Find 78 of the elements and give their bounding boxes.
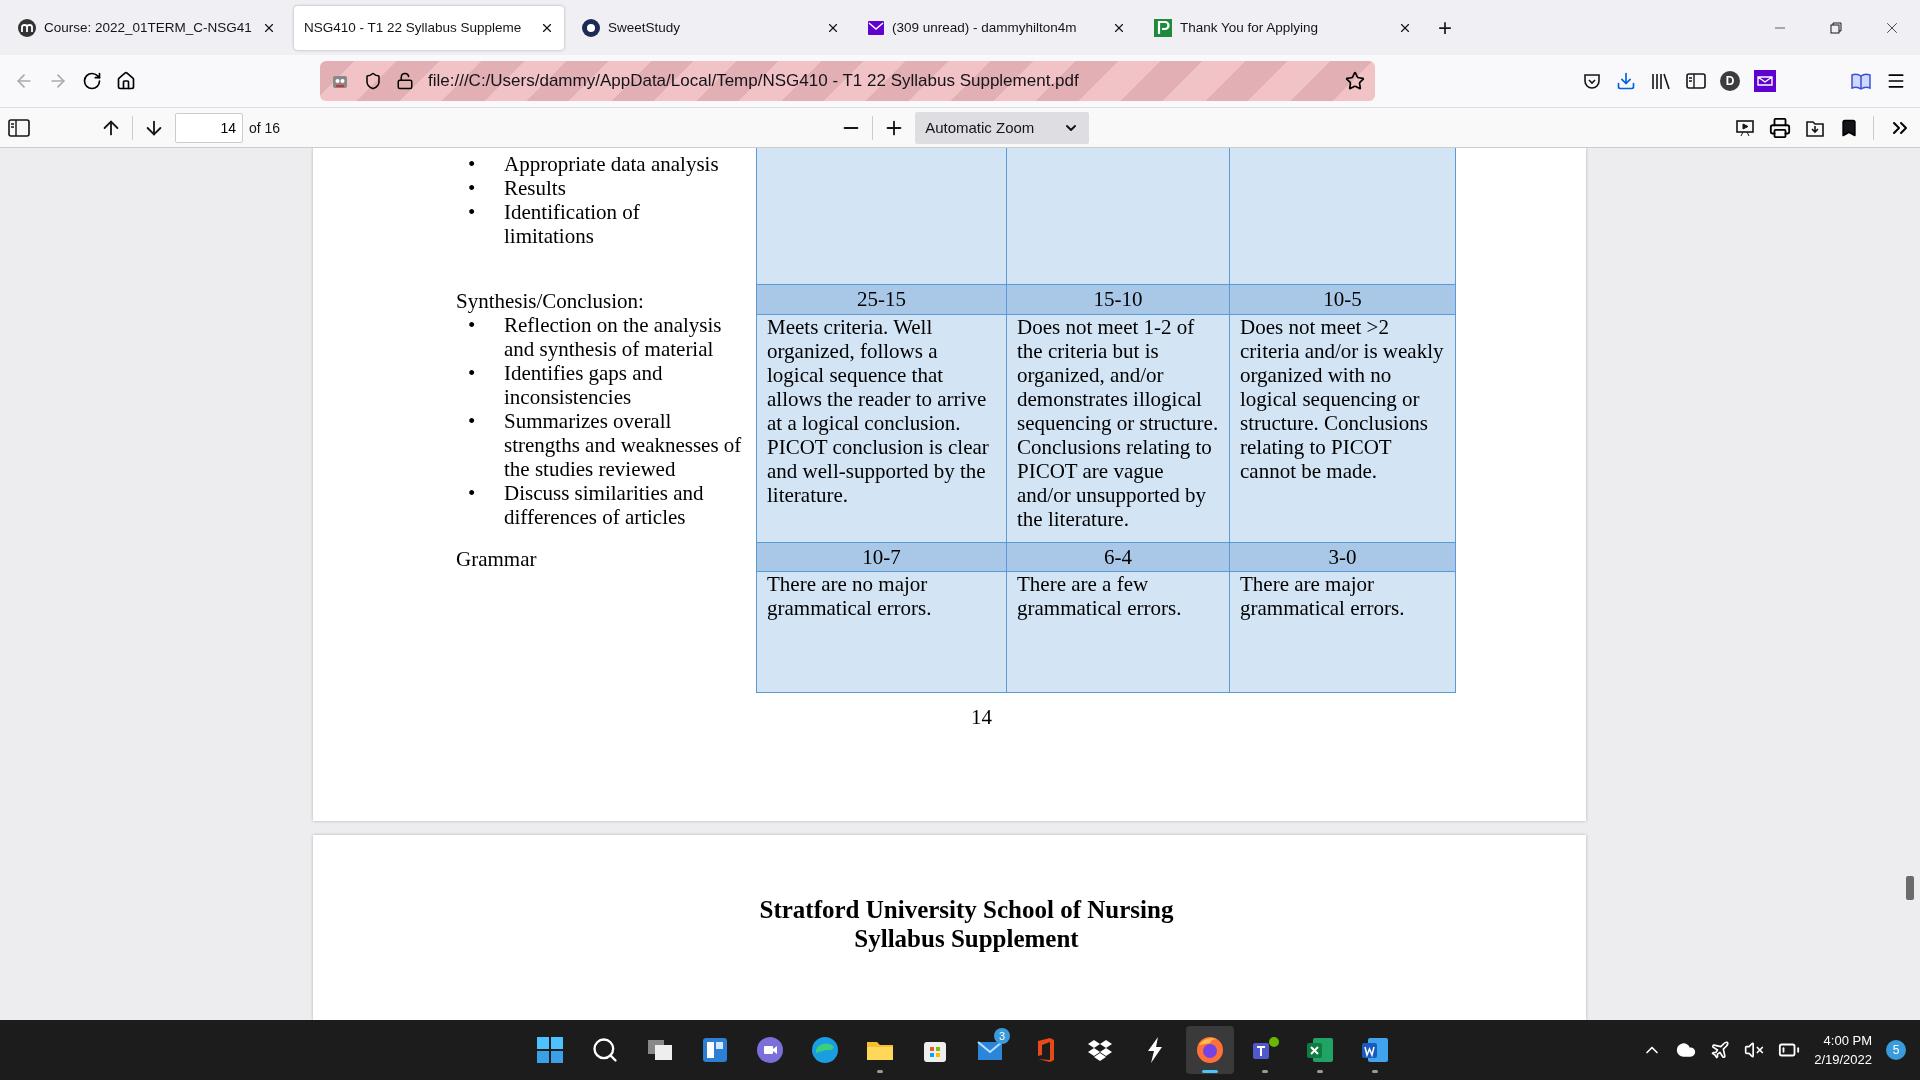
- browser-tab[interactable]: Course: 2022_01TERM_C-NSG41: [8, 5, 286, 50]
- criterion-text: Discuss similarities and differences of articles: [504, 481, 705, 529]
- zoom-select[interactable]: Automatic Zoom: [915, 111, 1090, 144]
- page-number: 14: [971, 705, 992, 729]
- score-range-cell: 10-7: [756, 542, 1007, 572]
- bullet: •: [467, 409, 477, 435]
- p-logo-icon: [1154, 18, 1172, 37]
- score-range-cell: 15-10: [1006, 284, 1230, 315]
- reload-icon[interactable]: [82, 71, 102, 91]
- profile-avatar[interactable]: D: [1720, 71, 1740, 91]
- address-bar[interactable]: file:///C:/Users/dammy/AppData/Local/Temp/NSG410 - T1 22 Syllabus Supplement.pdf: [320, 61, 1375, 101]
- browser-tab[interactable]: NSG410 - T1 22 Syllabus Suppleme: [294, 5, 564, 50]
- presentation-icon[interactable]: [1735, 117, 1755, 138]
- rubric-cell: There are a few grammatical errors.: [1006, 571, 1230, 693]
- menu-icon[interactable]: [1886, 71, 1906, 91]
- browser-tab[interactable]: SweetStudy: [572, 5, 850, 50]
- criterion-text: Identifies gaps and inconsistencies: [504, 361, 664, 409]
- bullet: •: [467, 361, 477, 387]
- browser-tab[interactable]: Thank You for Applying: [1144, 5, 1422, 50]
- download-icon[interactable]: [1616, 71, 1636, 91]
- bookmark-star-icon[interactable]: [1345, 71, 1365, 91]
- scrollbar-thumb[interactable]: [1906, 876, 1914, 900]
- bullet: •: [467, 200, 477, 226]
- criterion-heading: Synthesis/Conclusion:: [456, 289, 644, 313]
- criterion-text: Results: [504, 176, 567, 200]
- clock[interactable]: 4:00 PM 2/19/2022: [1814, 1031, 1872, 1069]
- airplane-icon[interactable]: [1710, 1040, 1731, 1060]
- widgets-icon[interactable]: [700, 1035, 730, 1065]
- ring-logo-icon: [582, 18, 600, 37]
- sidebar-toggle-icon[interactable]: [8, 118, 30, 137]
- unlocked-icon[interactable]: [396, 72, 414, 90]
- criterion-heading: Grammar: [456, 547, 537, 571]
- mail-extension-icon[interactable]: [1754, 70, 1776, 92]
- word-icon[interactable]: [1360, 1035, 1390, 1065]
- start-icon[interactable]: [535, 1035, 565, 1065]
- pocket-icon[interactable]: [1582, 71, 1602, 91]
- cloud-icon[interactable]: [1676, 1040, 1697, 1060]
- envelope-icon: [868, 20, 884, 35]
- rubric-cell: Does not meet >2 criteria and/or is weakly organized with no logical sequencing or structure. Conclusions relating to PICOT cannot be made.: [1229, 314, 1456, 543]
- excel-icon[interactable]: [1305, 1035, 1335, 1065]
- restore-icon[interactable]: [1830, 21, 1842, 34]
- moodle-logo-icon: [18, 18, 36, 37]
- library-icon[interactable]: [1650, 71, 1672, 91]
- score-range-cell: 3-0: [1229, 542, 1456, 572]
- sidebar-icon[interactable]: [1686, 72, 1706, 90]
- rubric-cell: There are no major grammatical errors.: [756, 571, 1007, 693]
- new-tab-button[interactable]: +: [1426, 13, 1464, 42]
- muted-speaker-icon[interactable]: [1744, 1040, 1765, 1060]
- criterion-text: Identification of limitations: [504, 200, 641, 248]
- search-icon[interactable]: [591, 1036, 619, 1064]
- score-range-cell: 10-5: [1229, 284, 1456, 315]
- criterion-text: Reflection on the analysis and synthesis of material: [504, 313, 723, 361]
- page-number-field[interactable]: 14: [175, 112, 243, 143]
- score-range-cell: 6-4: [1006, 542, 1230, 572]
- criterion-text: Summarizes overall strengths and weaknesses of the studies reviewed: [504, 409, 743, 481]
- notification-badge: 3: [994, 1028, 1010, 1044]
- browser-tab[interactable]: (309 unread) - dammyhilton4m: [858, 5, 1136, 50]
- rubric-cell: Meets criteria. Well organized, follows a logical sequence that allows the reader to arrive at a logical conclusion. PICOT conclusion is clear and well-supported by the literature.: [756, 314, 1007, 543]
- bullet: •: [467, 313, 477, 339]
- firefox-icon[interactable]: [1195, 1035, 1225, 1065]
- document-title: Syllabus Supplement: [853, 924, 1079, 953]
- video-chat-icon[interactable]: [755, 1035, 785, 1065]
- url-text: file:///C:/Users/dammy/AppData/Local/Temp/NSG410 - T1 22 Syllabus Supplement.pdf: [428, 71, 1080, 91]
- page-count: of 16: [249, 119, 281, 136]
- bookmark-icon[interactable]: [1839, 117, 1859, 138]
- bullet: •: [467, 152, 477, 176]
- print-icon[interactable]: [1769, 116, 1791, 139]
- rubric-cell: Does not meet 1-2 of the criteria but is organized, and/or demonstrates illogical sequencing or structure. Conclusions relating to PICOT are vague and/or unsupported by the literature.: [1006, 314, 1230, 543]
- criterion-text: Appropriate data analysis: [504, 152, 720, 176]
- score-range-cell: 25-15: [756, 284, 1007, 315]
- bullet: •: [467, 176, 477, 200]
- shield-icon[interactable]: [364, 72, 382, 90]
- reader-book-icon[interactable]: [1850, 71, 1872, 91]
- edge-browser-icon[interactable]: [810, 1035, 840, 1065]
- document-title: Stratford University School of Nursing: [758, 895, 1174, 924]
- home-icon[interactable]: [116, 71, 136, 91]
- bullet: •: [467, 481, 477, 507]
- rubric-cell: There are major grammatical errors.: [1229, 571, 1456, 693]
